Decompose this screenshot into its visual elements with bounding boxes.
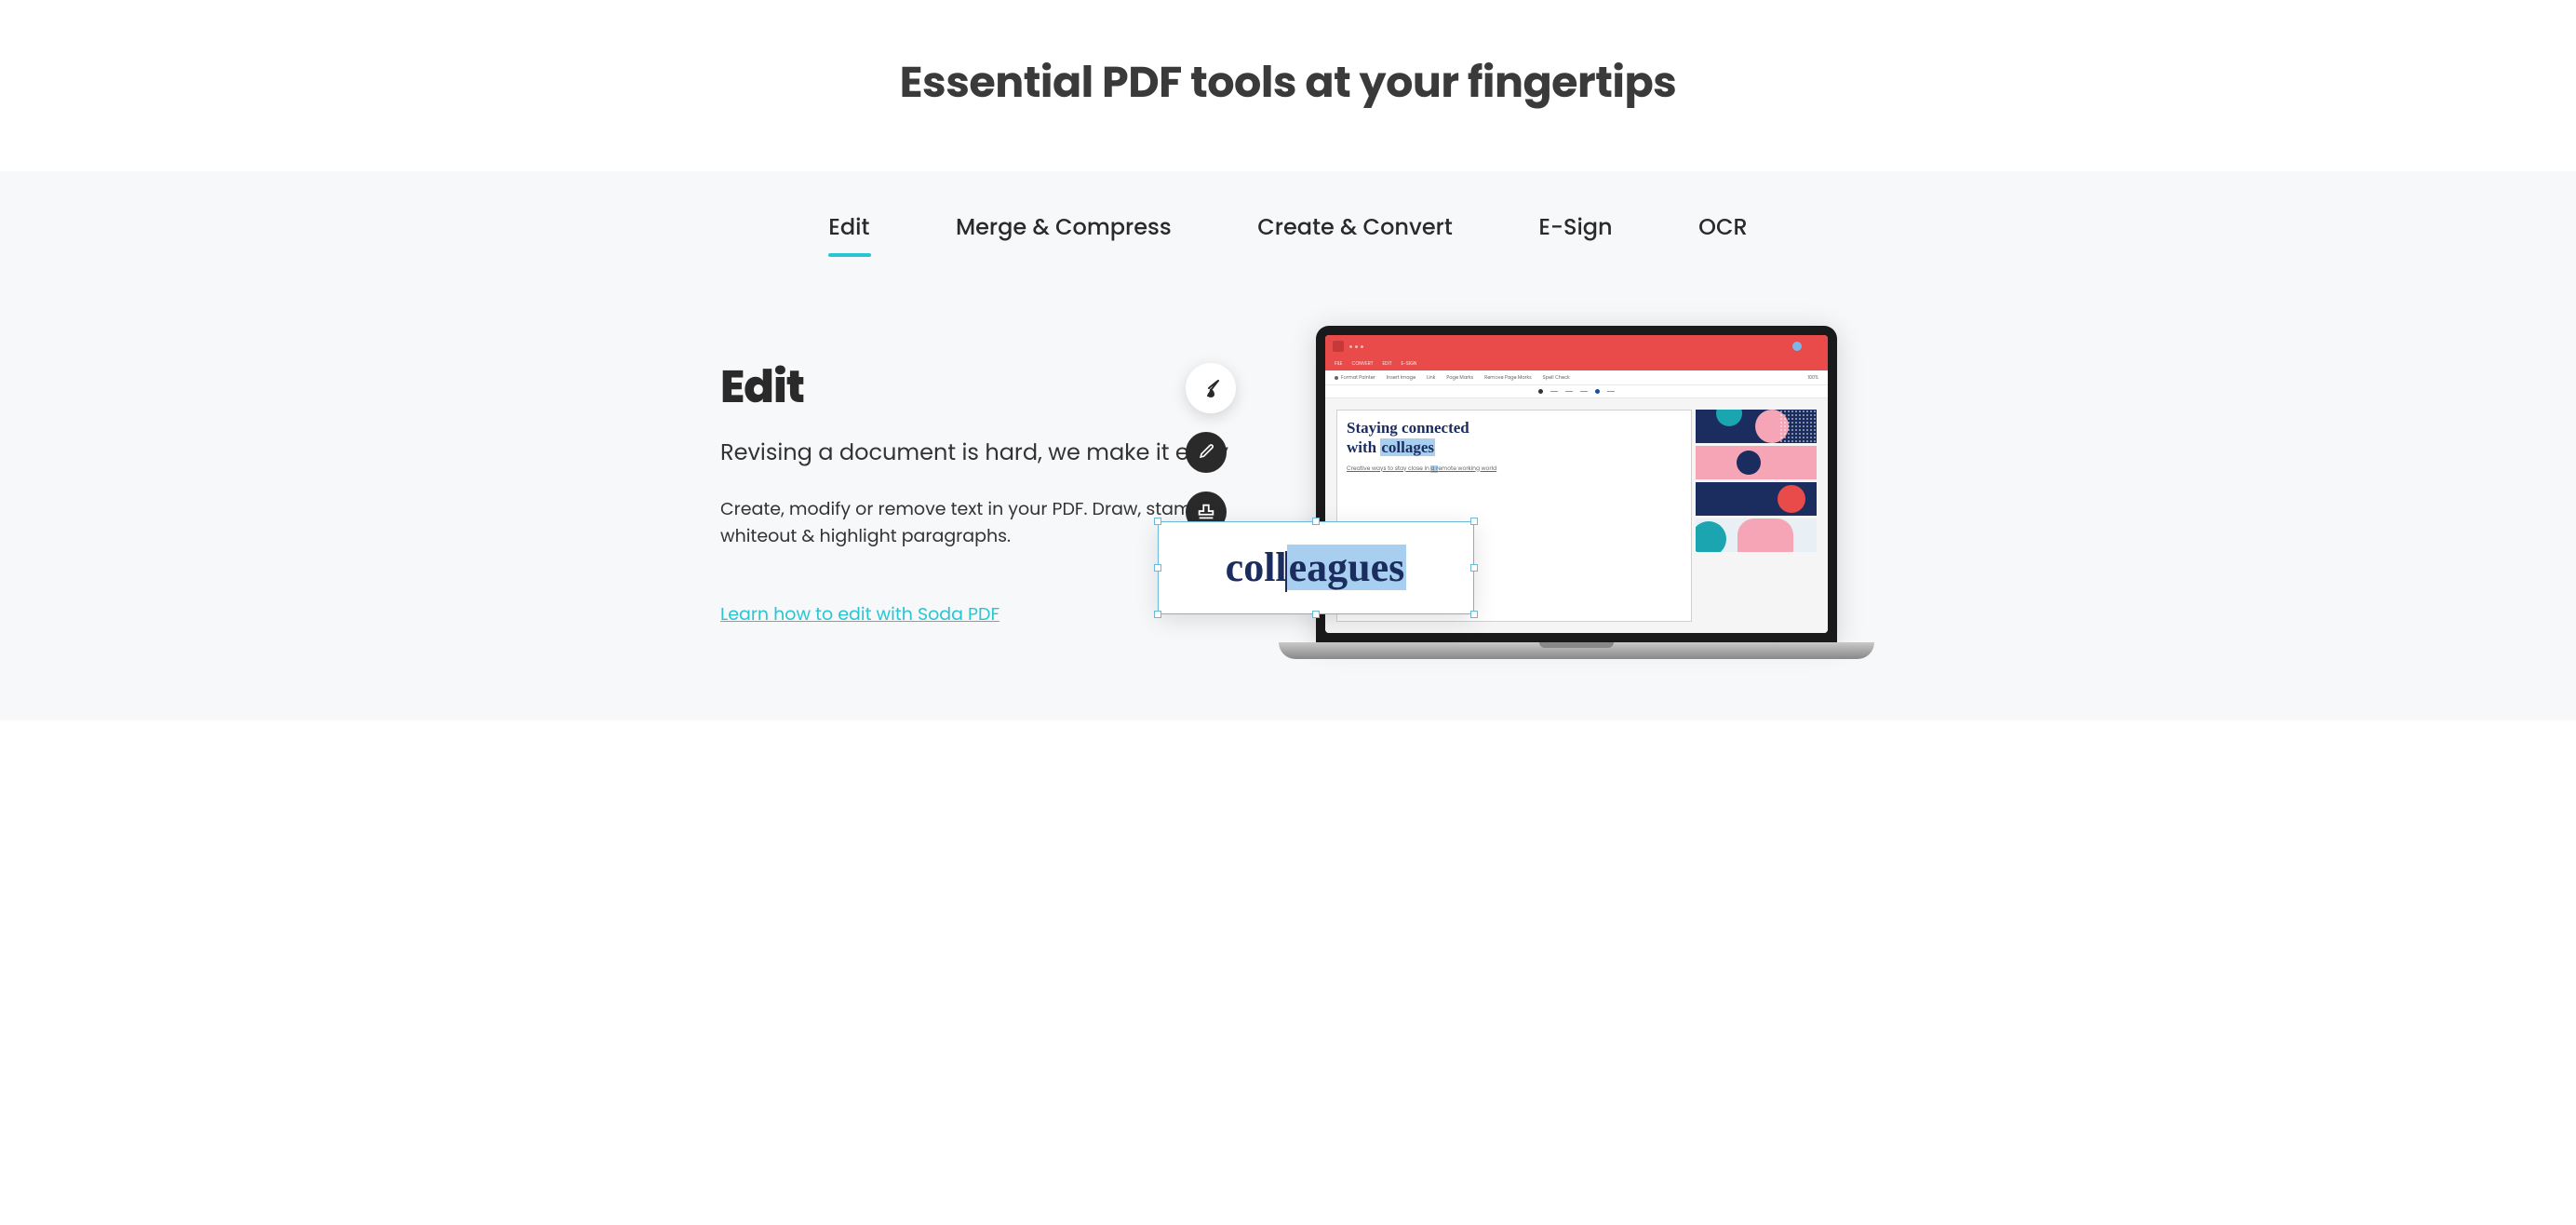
- feature-learn-link[interactable]: Learn how to edit with Soda PDF: [720, 601, 1000, 626]
- resize-handle-icon: [1312, 518, 1320, 525]
- feature-subtitle: Revising a document is hard, we make it …: [720, 438, 1241, 469]
- feature-title: Edit: [720, 354, 1241, 421]
- tab-merge-compress[interactable]: Merge & Compress: [956, 204, 1172, 251]
- hero-section: Essential PDF tools at your fingertips: [0, 0, 2576, 171]
- pencil-icon: [1186, 432, 1227, 473]
- tab-edit[interactable]: Edit: [828, 204, 869, 251]
- resize-handle-icon: [1154, 518, 1161, 525]
- hero-title: Essential PDF tools at your fingertips: [0, 51, 2576, 115]
- editing-text: colleagues: [1226, 544, 1407, 592]
- floating-text-editor: colleagues: [1158, 521, 1474, 614]
- app-titlebar: [1325, 335, 1828, 357]
- resize-handle-icon: [1470, 611, 1478, 618]
- tools-section: Edit Merge & Compress Create & Convert E…: [0, 171, 2576, 720]
- feature-visual-column: FILE CONVERT EDIT E-SIGN Format Painter …: [1279, 326, 1874, 659]
- laptop-mockup: FILE CONVERT EDIT E-SIGN Format Painter …: [1279, 326, 1874, 659]
- document-graphics: [1696, 410, 1817, 622]
- tab-esign[interactable]: E-Sign: [1538, 204, 1612, 251]
- resize-handle-icon: [1312, 611, 1320, 618]
- app-menubar: FILE CONVERT EDIT E-SIGN: [1325, 357, 1828, 370]
- tab-ocr[interactable]: OCR: [1698, 204, 1748, 251]
- laptop-base: [1279, 642, 1874, 659]
- app-logo-icon: [1333, 341, 1344, 352]
- tab-create-convert[interactable]: Create & Convert: [1257, 204, 1453, 251]
- resize-handle-icon: [1470, 564, 1478, 572]
- user-avatar-icon: [1792, 342, 1802, 351]
- floating-tool-icons: [1186, 363, 1236, 532]
- document-subtext: Creative ways to stay close in a remote …: [1347, 465, 1682, 474]
- resize-handle-icon: [1470, 518, 1478, 525]
- app-toolbar: Format Painter Insert Image Link Page Ma…: [1325, 370, 1828, 385]
- tabs-navigation: Edit Merge & Compress Create & Convert E…: [692, 171, 1884, 251]
- app-formatbar: [1325, 385, 1828, 398]
- document-headline: Staying connected with collages: [1347, 418, 1682, 458]
- brush-icon: [1186, 363, 1236, 413]
- resize-handle-icon: [1154, 564, 1161, 572]
- content-area: Edit Revising a document is hard, we mak…: [618, 251, 1958, 659]
- resize-handle-icon: [1154, 611, 1161, 618]
